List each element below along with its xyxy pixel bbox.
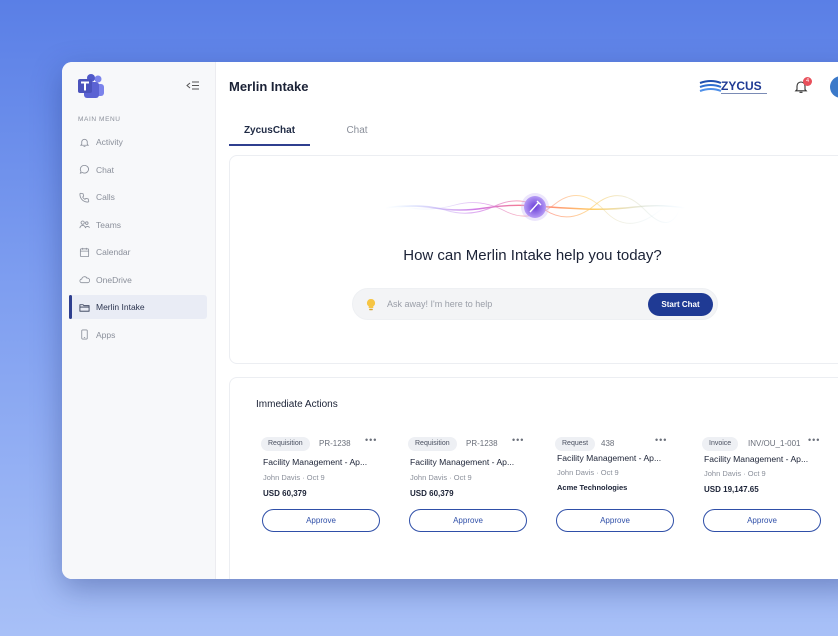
document-type-tag: Invoice xyxy=(702,437,739,451)
action-amount: USD 60,379 xyxy=(410,489,454,498)
requester-name: John Davis xyxy=(704,469,742,478)
action-card: Requisition PR-1238 ••• Facility Managem… xyxy=(390,421,527,541)
notification-badge: 4 xyxy=(803,77,812,86)
bell-icon xyxy=(79,138,90,147)
avatar[interactable] xyxy=(830,76,838,98)
sidebar-item-label: Teams xyxy=(96,219,122,230)
more-options-icon[interactable]: ••• xyxy=(365,435,377,445)
page-title: Merlin Intake xyxy=(229,79,309,94)
more-options-icon[interactable]: ••• xyxy=(512,435,524,445)
document-type-tag: Requisition xyxy=(408,437,457,451)
approve-button[interactable]: Approve xyxy=(262,509,380,532)
sidebar-item-label: OneDrive xyxy=(96,274,132,285)
tab-chat[interactable]: Chat xyxy=(317,119,397,146)
tab-zycuschat[interactable]: ZycusChat xyxy=(229,119,310,146)
sidebar-item-label: Calendar xyxy=(96,247,131,257)
action-meta: John Davis · Oct 9 xyxy=(263,473,325,482)
sidebar: MAIN MENU Activity Chat Calls Teams Cale… xyxy=(62,62,216,579)
sidebar-item-calls[interactable]: Calls xyxy=(69,185,207,209)
sidebar-item-teams[interactable]: Teams xyxy=(69,213,207,237)
tab-bar: ZycusChat Chat xyxy=(229,119,397,146)
action-card: Requisition PR-1238 ••• Facility Managem… xyxy=(243,421,380,541)
document-number: 438 xyxy=(601,439,615,448)
action-date: Oct 9 xyxy=(600,468,619,477)
calendar-icon xyxy=(79,247,90,257)
action-meta: John Davis · Oct 9 xyxy=(410,473,472,482)
sidebar-item-label: Calls xyxy=(96,192,115,202)
chat-bubble-icon xyxy=(79,164,89,174)
merlin-wave-icon xyxy=(385,193,685,224)
action-card: Invoice INV/OU_1-001 ••• Facility Manage… xyxy=(684,421,821,541)
cloud-icon xyxy=(79,276,90,284)
chat-input[interactable] xyxy=(387,299,627,309)
immediate-actions-panel: Immediate Actions Requisition PR-1238 ••… xyxy=(229,377,838,579)
action-amount: USD 60,379 xyxy=(263,489,307,498)
people-icon xyxy=(79,220,90,229)
sidebar-item-label: Chat xyxy=(96,164,114,175)
document-number: INV/OU_1-001 xyxy=(748,439,801,448)
action-title: Facility Management - Ap... xyxy=(704,454,809,464)
action-meta: John Davis · Oct 9 xyxy=(704,469,766,478)
document-number: PR-1238 xyxy=(466,439,498,448)
chat-input-bar: Start Chat xyxy=(352,288,718,320)
app-window: MAIN MENU Activity Chat Calls Teams Cale… xyxy=(62,62,838,579)
action-title: Facility Management - Ap... xyxy=(263,457,368,467)
sidebar-item-label: Apps xyxy=(96,329,116,340)
collapse-menu-icon[interactable] xyxy=(186,80,199,91)
sidebar-item-label: Activity xyxy=(96,137,123,147)
sidebar-item-activity[interactable]: Activity xyxy=(69,130,207,154)
approve-button[interactable]: Approve xyxy=(409,509,527,532)
lightbulb-icon xyxy=(366,298,376,310)
document-type-tag: Requisition xyxy=(261,437,310,451)
sidebar-item-merlin-intake[interactable]: Merlin Intake xyxy=(69,295,207,319)
sidebar-item-calendar[interactable]: Calendar xyxy=(69,240,207,264)
folder-icon xyxy=(79,303,90,312)
requester-name: John Davis xyxy=(263,473,301,482)
more-options-icon[interactable]: ••• xyxy=(808,435,820,445)
sidebar-item-chat[interactable]: Chat xyxy=(69,158,207,182)
action-meta: John Davis · Oct 9 xyxy=(557,468,619,477)
phone-icon xyxy=(79,192,90,202)
start-chat-button[interactable]: Start Chat xyxy=(648,293,713,316)
more-options-icon[interactable]: ••• xyxy=(655,435,667,445)
approve-button[interactable]: Approve xyxy=(556,509,674,532)
action-date: Oct 9 xyxy=(453,473,472,482)
action-card: Request 438 ••• Facility Management - Ap… xyxy=(537,421,674,541)
mobile-icon xyxy=(81,329,88,340)
approve-button[interactable]: Approve xyxy=(703,509,821,532)
main-menu: Activity Chat Calls Teams Calendar OneDr… xyxy=(69,130,207,350)
requester-name: John Davis xyxy=(557,468,595,477)
supplier-name: Acme Technologies xyxy=(557,483,628,492)
teams-logo-icon xyxy=(78,74,104,98)
action-title: Facility Management - Ap... xyxy=(410,457,515,467)
action-date: Oct 9 xyxy=(747,469,766,478)
document-type-tag: Request xyxy=(555,437,596,451)
requester-name: John Davis xyxy=(410,473,448,482)
action-amount: USD 19,147.65 xyxy=(704,485,759,494)
document-number: PR-1238 xyxy=(319,439,351,448)
sidebar-item-apps[interactable]: Apps xyxy=(69,323,207,347)
zycus-logo-text: ZYCUS xyxy=(721,79,762,93)
zycus-logo: ZYCUS xyxy=(699,79,767,94)
immediate-actions-heading: Immediate Actions xyxy=(256,399,338,410)
sidebar-item-label: Merlin Intake xyxy=(96,302,145,312)
action-date: Oct 9 xyxy=(306,473,325,482)
action-title: Facility Management - Ap... xyxy=(557,453,662,463)
chat-prompt-heading: How can Merlin Intake help you today? xyxy=(403,247,662,264)
main-content: Merlin Intake ZYCUS 4 ZycusChat Chat How… xyxy=(216,62,838,579)
chat-panel: How can Merlin Intake help you today? St… xyxy=(229,155,838,364)
main-menu-heading: MAIN MENU xyxy=(78,116,121,123)
sidebar-item-onedrive[interactable]: OneDrive xyxy=(69,268,207,292)
